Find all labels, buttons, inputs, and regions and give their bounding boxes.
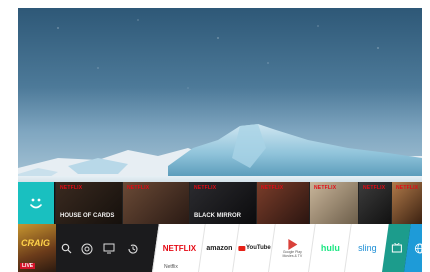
hero-background-image xyxy=(18,8,422,184)
app-label-hulu: hulu xyxy=(320,243,340,253)
rail-thumbnail[interactable]: NETFLIX xyxy=(358,182,391,224)
app-tile-web-browser[interactable] xyxy=(404,224,422,272)
app-label-netflix: NETFLIX xyxy=(162,243,197,253)
rail-thumbnail[interactable]: NETFLIX xyxy=(122,182,189,224)
thumbnail-brand: NETFLIX xyxy=(261,185,284,191)
thumbnail-title: House of Cards xyxy=(60,213,115,219)
youtube-play-icon xyxy=(237,245,245,251)
rail-thumbnail[interactable]: NETFLIX xyxy=(256,182,309,224)
search-icon[interactable] xyxy=(60,242,73,255)
thumbnail-brand: NETFLIX xyxy=(363,185,386,191)
app-label-amazon: amazon xyxy=(206,244,233,252)
play-triangle-icon xyxy=(288,238,298,250)
launcher-bar: CRAIG LIVE NETFLIX amazon YouTube Google… xyxy=(18,224,422,272)
content-rail: NETFLIX House of Cards NETFLIX NETFLIX B… xyxy=(18,182,422,224)
app-label-google-play: Google Play Movies & TV xyxy=(282,249,303,258)
history-icon[interactable] xyxy=(126,242,139,255)
live-tile-title: CRAIG xyxy=(21,238,50,248)
thumbnail-brand: NETFLIX xyxy=(194,185,217,191)
thumbnail-brand: NETFLIX xyxy=(127,185,150,191)
app-tile-netflix[interactable]: NETFLIX xyxy=(152,224,206,272)
smile-face-icon xyxy=(30,198,42,209)
rail-thumbnail[interactable]: NETFLIX House of Cards xyxy=(55,182,122,224)
thumbnail-brand: NETFLIX xyxy=(60,185,83,191)
rail-thumbnail[interactable]: NETFLIX xyxy=(391,182,422,224)
thumbnail-brand: NETFLIX xyxy=(314,185,337,191)
app-label-sling: sling xyxy=(358,243,377,253)
thumbnail-title: Black Mirror xyxy=(194,213,241,219)
live-tv-tile[interactable]: CRAIG LIVE xyxy=(18,224,56,272)
rail-thumbnail[interactable]: NETFLIX xyxy=(309,182,358,224)
live-badge: LIVE xyxy=(20,263,36,269)
rail-thumbnail[interactable]: NETFLIX Black Mirror xyxy=(189,182,256,224)
tv-input-icon[interactable] xyxy=(102,242,115,255)
globe-icon xyxy=(414,243,422,253)
thumbnail-brand: NETFLIX xyxy=(396,185,419,191)
tv-icon xyxy=(391,243,402,253)
at-sign-icon[interactable] xyxy=(80,242,93,255)
focused-app-name: Netflix xyxy=(164,264,178,270)
glacier-landscape xyxy=(18,19,422,184)
recommendation-tile[interactable] xyxy=(18,182,54,224)
app-label-youtube: YouTube xyxy=(245,245,271,251)
tv-home-screen: NETFLIX House of Cards NETFLIX NETFLIX B… xyxy=(18,8,422,272)
